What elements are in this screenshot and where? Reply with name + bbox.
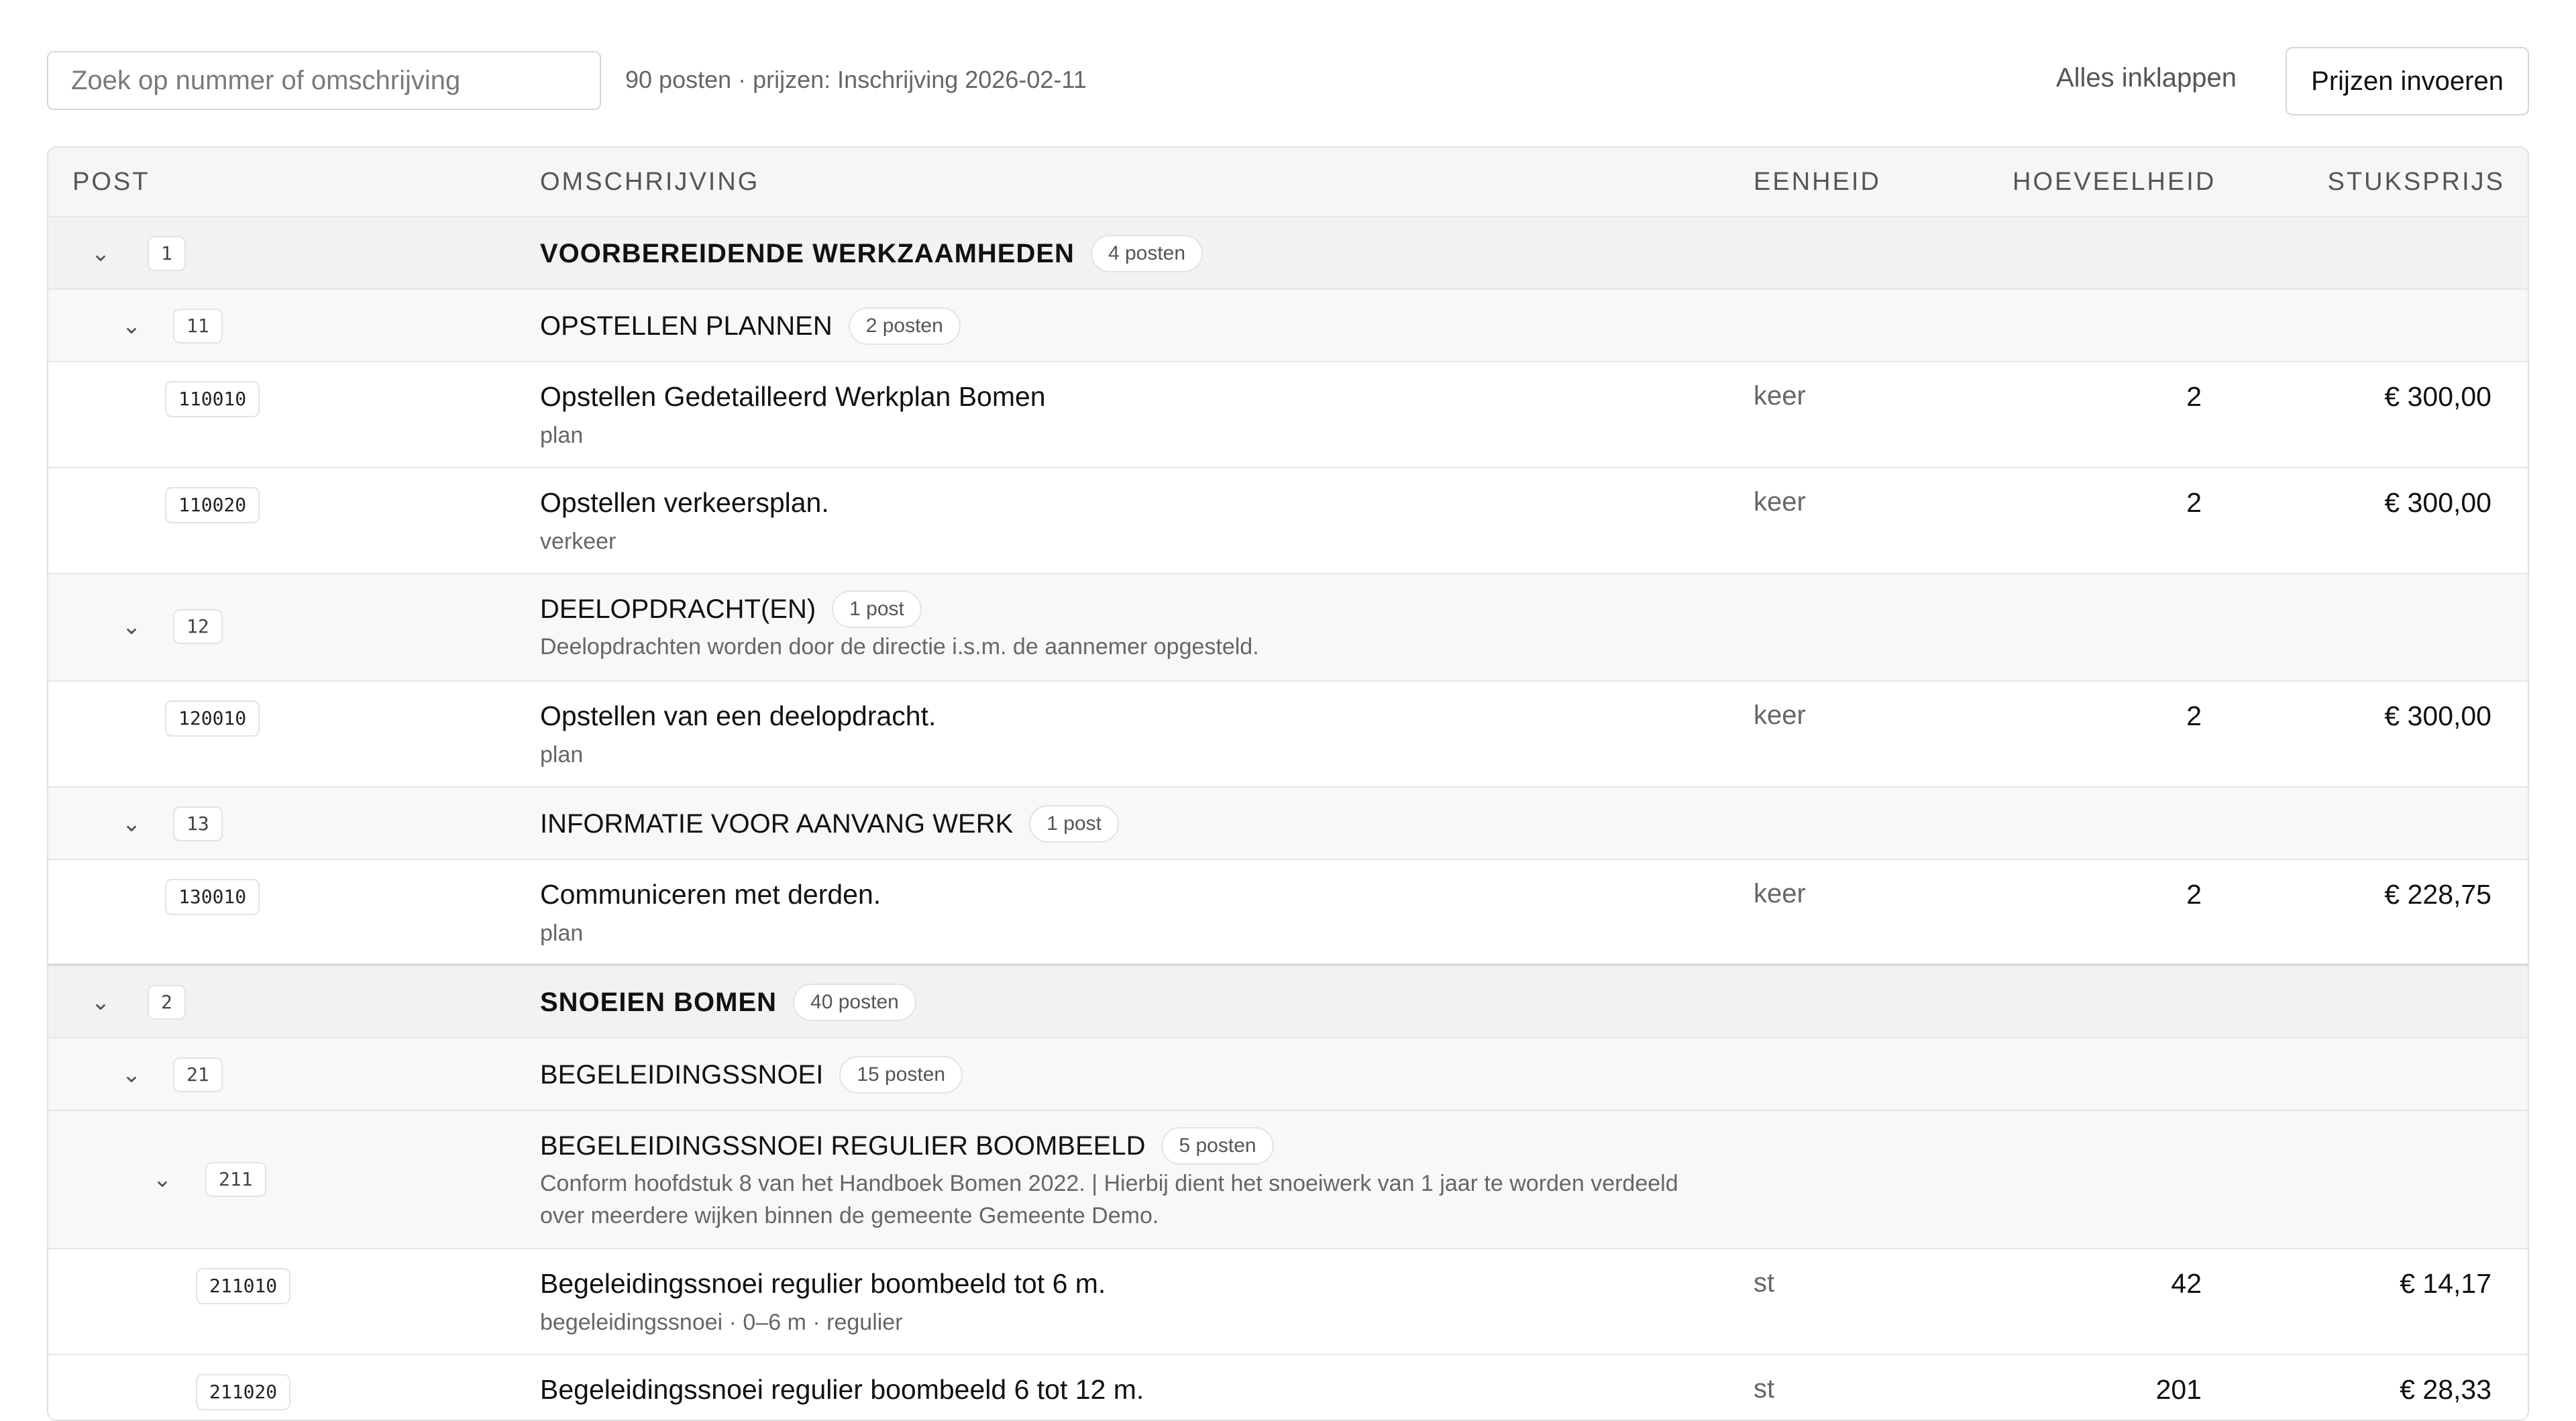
bill-of-quantities-table: POST OMSCHRIJVING EENHEID HOEVEELHEID ST…: [47, 146, 2529, 1421]
group-title: SNOEIEN BOMEN 40 posten: [540, 984, 916, 1021]
group-note: Deelopdrachten worden door de directie i…: [540, 634, 1259, 660]
toolbar: 90 posten · prijzen: Inschrijving 2026-0…: [47, 47, 2529, 115]
item-description: Opstellen verkeersplan.: [540, 487, 829, 518]
group-title-text: SNOEIEN BOMEN: [540, 987, 777, 1017]
item-description: Opstellen Gedetailleerd Werkplan Bomen: [540, 381, 1046, 412]
item-unit-price[interactable]: € 300,00: [2384, 381, 2491, 413]
item-code: 110010: [165, 381, 260, 417]
chevron-down-icon[interactable]: ⌄: [117, 1060, 146, 1090]
post-count-badge: 1 post: [1029, 805, 1119, 843]
item-code: 211020: [196, 1374, 291, 1410]
chevron-down-icon[interactable]: ⌄: [117, 612, 146, 641]
column-header-quantity[interactable]: HOEVEELHEID: [2012, 168, 2216, 197]
table-row[interactable]: 211010 Begeleidingssnoei regulier boombe…: [48, 1249, 2528, 1355]
item-code: 120010: [165, 700, 260, 737]
post-count-badge: 1 post: [832, 590, 922, 628]
chapter-row[interactable]: ⌄ 1 VOORBEREIDENDE WERKZAAMHEDEN 4 poste…: [48, 217, 2528, 290]
item-subtitle: plan: [540, 742, 584, 768]
item-description: Begeleidingssnoei regulier boombeeld tot…: [540, 1268, 1106, 1299]
chevron-down-icon[interactable]: ⌄: [117, 809, 146, 839]
table-row[interactable]: 120010 Opstellen van een deelopdracht. p…: [48, 682, 2528, 788]
post-count-badge: 40 posten: [793, 984, 916, 1021]
search-input[interactable]: [47, 51, 601, 110]
item-unit-price[interactable]: € 14,17: [2400, 1268, 2491, 1300]
item-code: 130010: [165, 879, 260, 915]
price-list-page: 90 posten · prijzen: Inschrijving 2026-0…: [0, 0, 2576, 1421]
item-quantity: 2: [2186, 487, 2202, 518]
group-title: BEGELEIDINGSSNOEI REGULIER BOOMBEELD 5 p…: [540, 1127, 1274, 1165]
item-quantity: 201: [2155, 1374, 2202, 1405]
group-number: 1: [148, 236, 186, 271]
group-title: DEELOPDRACHT(EN) 1 post: [540, 590, 922, 628]
item-subtitle: plan: [540, 423, 584, 448]
group-title-text: BEGELEIDINGSSNOEI: [540, 1059, 824, 1090]
item-subtitle: plan: [540, 920, 584, 946]
group-number: 11: [173, 309, 223, 344]
item-description: Opstellen van een deelopdracht.: [540, 700, 936, 731]
item-description: Begeleidingssnoei regulier boombeeld 6 t…: [540, 1374, 1144, 1405]
post-count-badge: 5 posten: [1161, 1127, 1274, 1165]
group-number: 2: [148, 985, 186, 1020]
section-row[interactable]: ⌄ 13 INFORMATIE VOOR AANVANG WERK 1 post: [48, 788, 2528, 860]
group-title-text: DEELOPDRACHT(EN): [540, 594, 816, 624]
item-quantity: 2: [2186, 381, 2202, 412]
column-header-post[interactable]: POST: [72, 168, 150, 197]
column-header-description[interactable]: OMSCHRIJVING: [540, 168, 759, 197]
section-row[interactable]: ⌄ 12 DEELOPDRACHT(EN) 1 post Deelopdrach…: [48, 574, 2528, 682]
subsection-row[interactable]: ⌄ 211 BEGELEIDINGSSNOEI REGULIER BOOMBEE…: [48, 1111, 2528, 1249]
group-title: VOORBEREIDENDE WERKZAAMHEDEN 4 posten: [540, 235, 1203, 272]
group-title-text: OPSTELLEN PLANNEN: [540, 311, 833, 341]
item-quantity: 42: [2171, 1268, 2202, 1299]
group-number: 12: [173, 609, 223, 644]
meta-info: 90 posten · prijzen: Inschrijving 2026-0…: [625, 66, 1087, 93]
chevron-down-icon[interactable]: ⌄: [117, 311, 146, 341]
group-title-text: VOORBEREIDENDE WERKZAAMHEDEN: [540, 238, 1075, 268]
table-row[interactable]: 110020 Opstellen verkeersplan. verkeer k…: [48, 468, 2528, 574]
item-unit-price[interactable]: € 228,75: [2384, 879, 2491, 910]
chevron-down-icon[interactable]: ⌄: [86, 239, 115, 268]
item-code: 110020: [165, 487, 260, 523]
item-subtitle: begeleidingssnoei · 0–6 m · regulier: [540, 1310, 903, 1335]
group-note: Conform hoofdstuk 8 van het Handboek Bom…: [540, 1171, 1678, 1228]
group-number: 21: [173, 1057, 223, 1092]
item-unit-price[interactable]: € 28,33: [2400, 1374, 2491, 1406]
collapse-all-button[interactable]: Alles inklappen: [2056, 63, 2237, 93]
table-row[interactable]: 211020 Begeleidingssnoei regulier boombe…: [48, 1355, 2528, 1420]
section-row[interactable]: ⌄ 21 BEGELEIDINGSSNOEI 15 posten: [48, 1039, 2528, 1111]
column-header-unit-price[interactable]: STUKSPRIJS: [2328, 168, 2505, 197]
column-header-unit[interactable]: EENHEID: [1754, 168, 1881, 197]
item-description: Communiceren met derden.: [540, 879, 881, 910]
item-unit: keer: [1754, 700, 1806, 730]
group-number: 13: [173, 806, 223, 841]
group-title: INFORMATIE VOOR AANVANG WERK 1 post: [540, 805, 1119, 843]
item-unit: keer: [1754, 879, 1806, 908]
item-unit: keer: [1754, 381, 1806, 411]
group-title-text: INFORMATIE VOOR AANVANG WERK: [540, 808, 1014, 839]
chevron-down-icon[interactable]: ⌄: [86, 988, 115, 1017]
item-unit-price[interactable]: € 300,00: [2384, 700, 2491, 732]
chevron-down-icon[interactable]: ⌄: [148, 1165, 177, 1194]
table-header: POST OMSCHRIJVING EENHEID HOEVEELHEID ST…: [48, 148, 2528, 217]
section-row[interactable]: ⌄ 11 OPSTELLEN PLANNEN 2 posten: [48, 290, 2528, 362]
table-row[interactable]: 110010 Opstellen Gedetailleerd Werkplan …: [48, 362, 2528, 468]
item-subtitle: verkeer: [540, 529, 616, 554]
post-count-badge: 4 posten: [1090, 235, 1203, 272]
item-code: 211010: [196, 1268, 291, 1304]
group-number: 211: [205, 1162, 266, 1197]
table-row[interactable]: 130010 Communiceren met derden. plan kee…: [48, 860, 2528, 966]
item-quantity: 2: [2186, 700, 2202, 731]
enter-prices-button[interactable]: Prijzen invoeren: [2286, 47, 2529, 115]
item-unit: st: [1754, 1268, 1775, 1298]
item-unit: keer: [1754, 487, 1806, 517]
post-count-badge: 2 posten: [848, 307, 961, 345]
group-title: OPSTELLEN PLANNEN 2 posten: [540, 307, 961, 345]
item-unit: st: [1754, 1374, 1775, 1404]
group-title: BEGELEIDINGSSNOEI 15 posten: [540, 1056, 963, 1094]
chapter-row[interactable]: ⌄ 2 SNOEIEN BOMEN 40 posten: [48, 966, 2528, 1039]
post-count-badge: 15 posten: [839, 1056, 963, 1094]
group-title-text: BEGELEIDINGSSNOEI REGULIER BOOMBEELD: [540, 1130, 1146, 1161]
item-unit-price[interactable]: € 300,00: [2384, 487, 2491, 519]
item-quantity: 2: [2186, 879, 2202, 910]
